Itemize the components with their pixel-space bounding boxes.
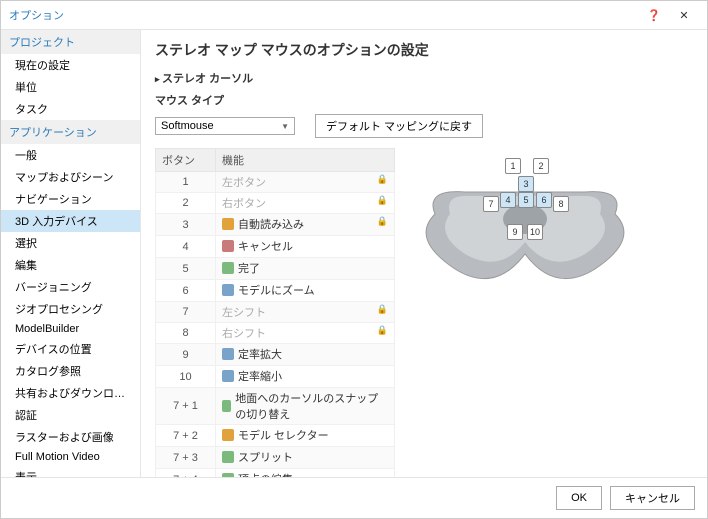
sidebar-item[interactable]: 3D 入力デバイス xyxy=(1,210,140,232)
sidebar-item[interactable]: 一般 xyxy=(1,144,140,166)
table-row[interactable]: 7 + 2モデル セレクター xyxy=(156,425,395,447)
function-icon xyxy=(222,218,234,230)
key-9: 9 xyxy=(507,224,523,240)
table-row[interactable]: 6モデルにズーム xyxy=(156,280,395,302)
sidebar-item[interactable]: 共有およびダウンロード xyxy=(1,382,140,404)
sidebar-item[interactable]: 現在の設定 xyxy=(1,54,140,76)
sidebar-group: アプリケーション xyxy=(1,120,140,144)
key-6: 6 xyxy=(536,192,552,208)
lock-icon: 🔒 xyxy=(377,325,388,336)
table-row[interactable]: 7 + 3スプリット xyxy=(156,447,395,469)
function-icon xyxy=(222,262,234,274)
window-close-icon[interactable]: ✕ xyxy=(669,9,699,22)
col-button: ボタン xyxy=(156,149,216,172)
table-row[interactable]: 9定率拡大 xyxy=(156,344,395,366)
cancel-button[interactable]: キャンセル xyxy=(610,486,695,510)
key-7: 7 xyxy=(483,196,499,212)
mouse-type-select[interactable]: Softmouse ▼ xyxy=(155,117,295,135)
window-title: オプション xyxy=(9,7,64,23)
col-function: 機能 xyxy=(216,149,395,172)
sidebar-item[interactable]: ジオプロセシング xyxy=(1,298,140,320)
sidebar-item[interactable]: Full Motion Video xyxy=(1,448,140,466)
table-row[interactable]: 10定率縮小 xyxy=(156,366,395,388)
mouse-type-value: Softmouse xyxy=(161,120,214,132)
sidebar: プロジェクト現在の設定単位タスクアプリケーション一般マップおよびシーンナビゲーシ… xyxy=(1,30,141,477)
sidebar-item[interactable]: デバイスの位置 xyxy=(1,338,140,360)
sidebar-item[interactable]: マップおよびシーン xyxy=(1,166,140,188)
table-row[interactable]: 8右シフト🔒 xyxy=(156,323,395,344)
mapping-table: ボタン 機能 1左ボタン🔒2右ボタン🔒3自動読み込み🔒4キャンセル5完了6モデル… xyxy=(155,148,395,477)
ok-button[interactable]: OK xyxy=(556,486,602,510)
table-row[interactable]: 3自動読み込み🔒 xyxy=(156,214,395,236)
sidebar-item[interactable]: ラスターおよび画像 xyxy=(1,426,140,448)
function-icon xyxy=(222,284,234,296)
key-4: 4 xyxy=(500,192,516,208)
function-icon xyxy=(222,370,234,382)
lock-icon: 🔒 xyxy=(377,174,388,185)
key-3: 3 xyxy=(518,176,534,192)
sidebar-item[interactable]: タスク xyxy=(1,98,140,120)
sidebar-item[interactable]: ModelBuilder xyxy=(1,320,140,338)
reset-defaults-button[interactable]: デフォルト マッピングに戻す xyxy=(315,114,483,138)
table-row[interactable]: 1左ボタン🔒 xyxy=(156,172,395,193)
key-10: 10 xyxy=(527,224,543,240)
function-icon xyxy=(222,348,234,360)
sidebar-group: プロジェクト xyxy=(1,30,140,54)
sidebar-item[interactable]: 認証 xyxy=(1,404,140,426)
sidebar-item[interactable]: バージョニング xyxy=(1,276,140,298)
lock-icon: 🔒 xyxy=(377,304,388,315)
section-mouse-type: マウス タイプ xyxy=(155,92,693,108)
sidebar-item[interactable]: 表示 xyxy=(1,466,140,477)
sidebar-item[interactable]: 単位 xyxy=(1,76,140,98)
function-icon xyxy=(222,400,231,412)
function-icon xyxy=(222,240,234,252)
chevron-down-icon: ▼ xyxy=(281,122,289,131)
sidebar-item[interactable]: カタログ参照 xyxy=(1,360,140,382)
key-1: 1 xyxy=(505,158,521,174)
sidebar-item[interactable]: 選択 xyxy=(1,232,140,254)
function-icon xyxy=(222,451,234,463)
key-5: 5 xyxy=(518,192,534,208)
table-row[interactable]: 5完了 xyxy=(156,258,395,280)
table-row[interactable]: 4キャンセル xyxy=(156,236,395,258)
key-2: 2 xyxy=(533,158,549,174)
window-help-icon[interactable]: ❓ xyxy=(639,9,669,22)
table-row[interactable]: 7 + 1地面へのカーソルのスナップの切り替え xyxy=(156,388,395,425)
function-icon xyxy=(222,429,234,441)
sidebar-item[interactable]: ナビゲーション xyxy=(1,188,140,210)
key-8: 8 xyxy=(553,196,569,212)
controller-diagram: 1 2 3 4 5 6 7 8 9 10 xyxy=(405,156,645,316)
table-row[interactable]: 7左シフト🔒 xyxy=(156,302,395,323)
table-row[interactable]: 7 + 4頂点の編集 xyxy=(156,469,395,478)
lock-icon: 🔒 xyxy=(377,216,388,227)
page-title: ステレオ マップ マウスのオプションの設定 xyxy=(155,40,693,60)
lock-icon: 🔒 xyxy=(377,195,388,206)
table-row[interactable]: 2右ボタン🔒 xyxy=(156,193,395,214)
sidebar-item[interactable]: 編集 xyxy=(1,254,140,276)
section-stereo-cursor[interactable]: ステレオ カーソル xyxy=(155,70,693,86)
